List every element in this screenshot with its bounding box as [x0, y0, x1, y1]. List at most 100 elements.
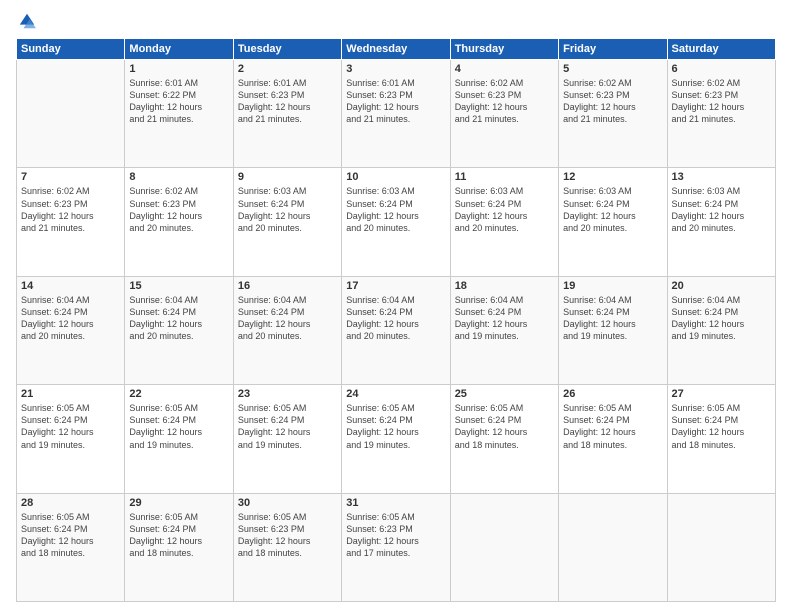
calendar-cell: 7Sunrise: 6:02 AM Sunset: 6:23 PM Daylig…	[17, 168, 125, 276]
calendar-day-header: Friday	[559, 39, 667, 60]
day-number: 1	[129, 63, 228, 75]
calendar-week-row: 21 Sunrise: 6:05 AM Sunset: 6:24 PM Dayli…	[17, 385, 776, 493]
day-number: 19	[563, 280, 662, 292]
calendar-cell: 23 Sunrise: 6:05 AM Sunset: 6:24 PM Dayli…	[233, 385, 341, 493]
calendar-cell: 28 Sunrise: 6:05 AM Sunset: 6:24 PM Dayli…	[17, 493, 125, 601]
cell-info: Sunrise: 6:04 AM Sunset: 6:24 PM Dayligh…	[21, 294, 120, 343]
logo	[16, 12, 36, 30]
cell-info: Sunrise: 6:04 AM Sunset: 6:24 PM Dayligh…	[129, 294, 228, 343]
calendar-day-header: Thursday	[450, 39, 558, 60]
cell-info: Sunrise: 6:05 AM Sunset: 6:24 PM Dayligh…	[21, 402, 120, 451]
calendar-cell: 13 Sunrise: 6:03 AM Sunset: 6:24 PM Dayli…	[667, 168, 775, 276]
cell-info: Sunrise: 6:03 AM Sunset: 6:24 PM Dayligh…	[563, 185, 662, 234]
calendar-day-header: Sunday	[17, 39, 125, 60]
calendar-cell: 9 Sunrise: 6:03 AM Sunset: 6:24 PM Daylig…	[233, 168, 341, 276]
cell-info: Sunrise: 6:02 AM Sunset: 6:23 PM Dayligh…	[563, 77, 662, 126]
calendar-cell: 25Sunrise: 6:05 AM Sunset: 6:24 PM Dayli…	[450, 385, 558, 493]
calendar-cell: 18 Sunrise: 6:04 AM Sunset: 6:24 PM Dayli…	[450, 276, 558, 384]
day-number: 20	[672, 280, 771, 292]
day-number: 24	[346, 388, 445, 400]
cell-info: Sunrise: 6:05 AM Sunset: 6:23 PM Dayligh…	[238, 511, 337, 560]
cell-info: Sunrise: 6:04 AM Sunset: 6:24 PM Dayligh…	[563, 294, 662, 343]
cell-info: Sunrise: 6:05 AM Sunset: 6:24 PM Dayligh…	[672, 402, 771, 451]
calendar-cell: 11 Sunrise: 6:03 AM Sunset: 6:24 PM Dayli…	[450, 168, 558, 276]
cell-info: Sunrise: 6:01 AM Sunset: 6:23 PM Dayligh…	[238, 77, 337, 126]
calendar-week-row: 7Sunrise: 6:02 AM Sunset: 6:23 PM Daylig…	[17, 168, 776, 276]
calendar-cell: 21 Sunrise: 6:05 AM Sunset: 6:24 PM Dayli…	[17, 385, 125, 493]
calendar-cell: 14 Sunrise: 6:04 AM Sunset: 6:24 PM Dayli…	[17, 276, 125, 384]
calendar-week-row: 14 Sunrise: 6:04 AM Sunset: 6:24 PM Dayli…	[17, 276, 776, 384]
day-number: 22	[129, 388, 228, 400]
day-number: 5	[563, 63, 662, 75]
cell-info: Sunrise: 6:05 AM Sunset: 6:24 PM Dayligh…	[563, 402, 662, 451]
page: SundayMondayTuesdayWednesdayThursdayFrid…	[0, 0, 792, 612]
calendar-cell: 6 Sunrise: 6:02 AM Sunset: 6:23 PM Daylig…	[667, 60, 775, 168]
cell-info: Sunrise: 6:05 AM Sunset: 6:24 PM Dayligh…	[238, 402, 337, 451]
calendar-cell: 29 Sunrise: 6:05 AM Sunset: 6:24 PM Dayli…	[125, 493, 233, 601]
calendar-table: SundayMondayTuesdayWednesdayThursdayFrid…	[16, 38, 776, 602]
calendar-day-header: Saturday	[667, 39, 775, 60]
cell-info: Sunrise: 6:03 AM Sunset: 6:24 PM Dayligh…	[238, 185, 337, 234]
day-number: 28	[21, 497, 120, 509]
cell-info: Sunrise: 6:04 AM Sunset: 6:24 PM Dayligh…	[238, 294, 337, 343]
day-number: 30	[238, 497, 337, 509]
calendar-cell: 31Sunrise: 6:05 AM Sunset: 6:23 PM Dayli…	[342, 493, 450, 601]
calendar-cell: 19 Sunrise: 6:04 AM Sunset: 6:24 PM Dayli…	[559, 276, 667, 384]
calendar-cell: 8Sunrise: 6:02 AM Sunset: 6:23 PM Daylig…	[125, 168, 233, 276]
calendar-week-row: 1 Sunrise: 6:01 AM Sunset: 6:22 PM Daylig…	[17, 60, 776, 168]
day-number: 21	[21, 388, 120, 400]
day-number: 31	[346, 497, 445, 509]
cell-info: Sunrise: 6:05 AM Sunset: 6:24 PM Dayligh…	[346, 402, 445, 451]
cell-info: Sunrise: 6:03 AM Sunset: 6:24 PM Dayligh…	[672, 185, 771, 234]
header	[16, 12, 776, 30]
calendar-day-header: Wednesday	[342, 39, 450, 60]
cell-info: Sunrise: 6:02 AM Sunset: 6:23 PM Dayligh…	[672, 77, 771, 126]
cell-info: Sunrise: 6:05 AM Sunset: 6:24 PM Dayligh…	[129, 511, 228, 560]
calendar-cell	[559, 493, 667, 601]
cell-info: Sunrise: 6:04 AM Sunset: 6:24 PM Dayligh…	[455, 294, 554, 343]
day-number: 9	[238, 171, 337, 183]
cell-info: Sunrise: 6:02 AM Sunset: 6:23 PM Dayligh…	[129, 185, 228, 234]
cell-info: Sunrise: 6:04 AM Sunset: 6:24 PM Dayligh…	[672, 294, 771, 343]
day-number: 11	[455, 171, 554, 183]
day-number: 17	[346, 280, 445, 292]
day-number: 23	[238, 388, 337, 400]
cell-info: Sunrise: 6:05 AM Sunset: 6:24 PM Dayligh…	[21, 511, 120, 560]
calendar-cell: 12 Sunrise: 6:03 AM Sunset: 6:24 PM Dayli…	[559, 168, 667, 276]
day-number: 13	[672, 171, 771, 183]
cell-info: Sunrise: 6:03 AM Sunset: 6:24 PM Dayligh…	[346, 185, 445, 234]
cell-info: Sunrise: 6:01 AM Sunset: 6:22 PM Dayligh…	[129, 77, 228, 126]
calendar-week-row: 28 Sunrise: 6:05 AM Sunset: 6:24 PM Dayli…	[17, 493, 776, 601]
day-number: 14	[21, 280, 120, 292]
day-number: 6	[672, 63, 771, 75]
day-number: 12	[563, 171, 662, 183]
calendar-cell: 16 Sunrise: 6:04 AM Sunset: 6:24 PM Dayli…	[233, 276, 341, 384]
day-number: 2	[238, 63, 337, 75]
calendar-cell: 20 Sunrise: 6:04 AM Sunset: 6:24 PM Dayli…	[667, 276, 775, 384]
calendar-cell	[17, 60, 125, 168]
calendar-cell: 10 Sunrise: 6:03 AM Sunset: 6:24 PM Dayli…	[342, 168, 450, 276]
day-number: 18	[455, 280, 554, 292]
calendar-cell: 1 Sunrise: 6:01 AM Sunset: 6:22 PM Daylig…	[125, 60, 233, 168]
cell-info: Sunrise: 6:03 AM Sunset: 6:24 PM Dayligh…	[455, 185, 554, 234]
calendar-cell: 27 Sunrise: 6:05 AM Sunset: 6:24 PM Dayli…	[667, 385, 775, 493]
day-number: 27	[672, 388, 771, 400]
logo-icon	[18, 12, 36, 30]
calendar-header-row: SundayMondayTuesdayWednesdayThursdayFrid…	[17, 39, 776, 60]
cell-info: Sunrise: 6:04 AM Sunset: 6:24 PM Dayligh…	[346, 294, 445, 343]
calendar-cell: 24 Sunrise: 6:05 AM Sunset: 6:24 PM Dayli…	[342, 385, 450, 493]
calendar-cell: 2 Sunrise: 6:01 AM Sunset: 6:23 PM Daylig…	[233, 60, 341, 168]
day-number: 29	[129, 497, 228, 509]
day-number: 10	[346, 171, 445, 183]
cell-info: Sunrise: 6:05 AM Sunset: 6:24 PM Dayligh…	[129, 402, 228, 451]
day-number: 4	[455, 63, 554, 75]
cell-info: Sunrise: 6:02 AM Sunset: 6:23 PM Dayligh…	[455, 77, 554, 126]
calendar-day-header: Tuesday	[233, 39, 341, 60]
calendar-cell	[450, 493, 558, 601]
calendar-cell: 22 Sunrise: 6:05 AM Sunset: 6:24 PM Dayli…	[125, 385, 233, 493]
calendar-cell	[667, 493, 775, 601]
day-number: 25	[455, 388, 554, 400]
day-number: 3	[346, 63, 445, 75]
day-number: 16	[238, 280, 337, 292]
calendar-cell: 17 Sunrise: 6:04 AM Sunset: 6:24 PM Dayli…	[342, 276, 450, 384]
